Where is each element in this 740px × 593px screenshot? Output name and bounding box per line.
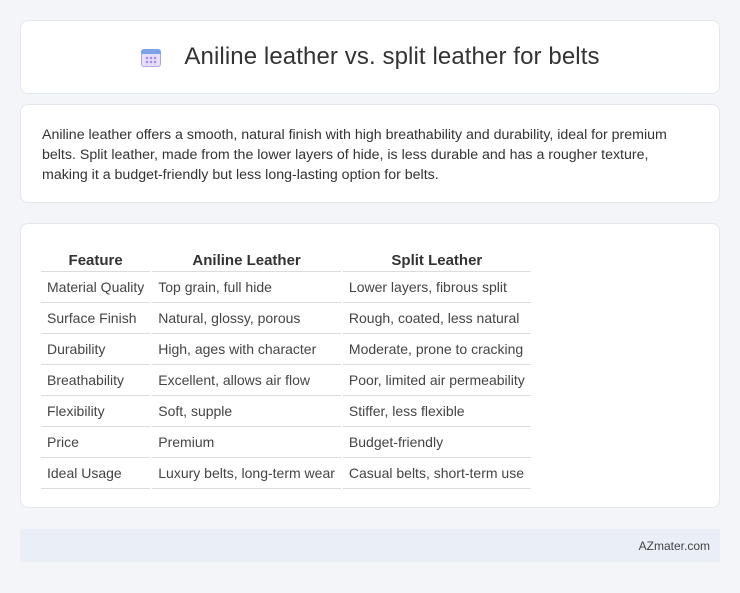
table-row: Material Quality Top grain, full hide Lo… (41, 272, 531, 303)
aniline-cell: Soft, supple (152, 396, 341, 427)
comparison-table-card: Feature Aniline Leather Split Leather Ma… (20, 223, 720, 508)
feature-cell: Price (41, 427, 151, 458)
comparison-table: Feature Aniline Leather Split Leather Ma… (39, 244, 533, 489)
split-cell: Casual belts, short-term use (342, 458, 531, 489)
split-cell: Stiffer, less flexible (342, 396, 531, 427)
aniline-cell: High, ages with character (152, 334, 341, 365)
footer-brand[interactable]: AZmater.com (639, 539, 710, 553)
table-header-row: Feature Aniline Leather Split Leather (41, 244, 531, 272)
split-cell: Moderate, prone to cracking (342, 334, 531, 365)
aniline-cell: Luxury belts, long-term wear (152, 458, 341, 489)
table-row: Durability High, ages with character Mod… (41, 334, 531, 365)
aniline-cell: Excellent, allows air flow (152, 365, 341, 396)
feature-cell: Breathability (41, 365, 151, 396)
split-cell: Rough, coated, less natural (342, 303, 531, 334)
table-row: Price Premium Budget-friendly (41, 427, 531, 458)
feature-cell: Durability (41, 334, 151, 365)
description-text: Aniline leather offers a smooth, natural… (42, 127, 667, 183)
calendar-icon (140, 46, 162, 68)
footer-bar: AZmater.com (20, 529, 720, 562)
column-header-split: Split Leather (342, 244, 531, 272)
aniline-cell: Premium (152, 427, 341, 458)
aniline-cell: Top grain, full hide (152, 272, 341, 303)
feature-cell: Material Quality (41, 272, 151, 303)
split-cell: Poor, limited air permeability (342, 365, 531, 396)
column-header-feature: Feature (41, 244, 151, 272)
column-header-aniline: Aniline Leather (152, 244, 341, 272)
aniline-cell: Natural, glossy, porous (152, 303, 341, 334)
split-cell: Budget-friendly (342, 427, 531, 458)
feature-cell: Flexibility (41, 396, 151, 427)
table-row: Breathability Excellent, allows air flow… (41, 365, 531, 396)
title-card: Aniline leather vs. split leather for be… (20, 20, 720, 94)
split-cell: Lower layers, fibrous split (342, 272, 531, 303)
description-card: Aniline leather offers a smooth, natural… (20, 104, 720, 203)
page-title: Aniline leather vs. split leather for be… (184, 43, 600, 70)
table-row: Surface Finish Natural, glossy, porous R… (41, 303, 531, 334)
table-row: Flexibility Soft, supple Stiffer, less f… (41, 396, 531, 427)
table-row: Ideal Usage Luxury belts, long-term wear… (41, 458, 531, 489)
feature-cell: Ideal Usage (41, 458, 151, 489)
feature-cell: Surface Finish (41, 303, 151, 334)
